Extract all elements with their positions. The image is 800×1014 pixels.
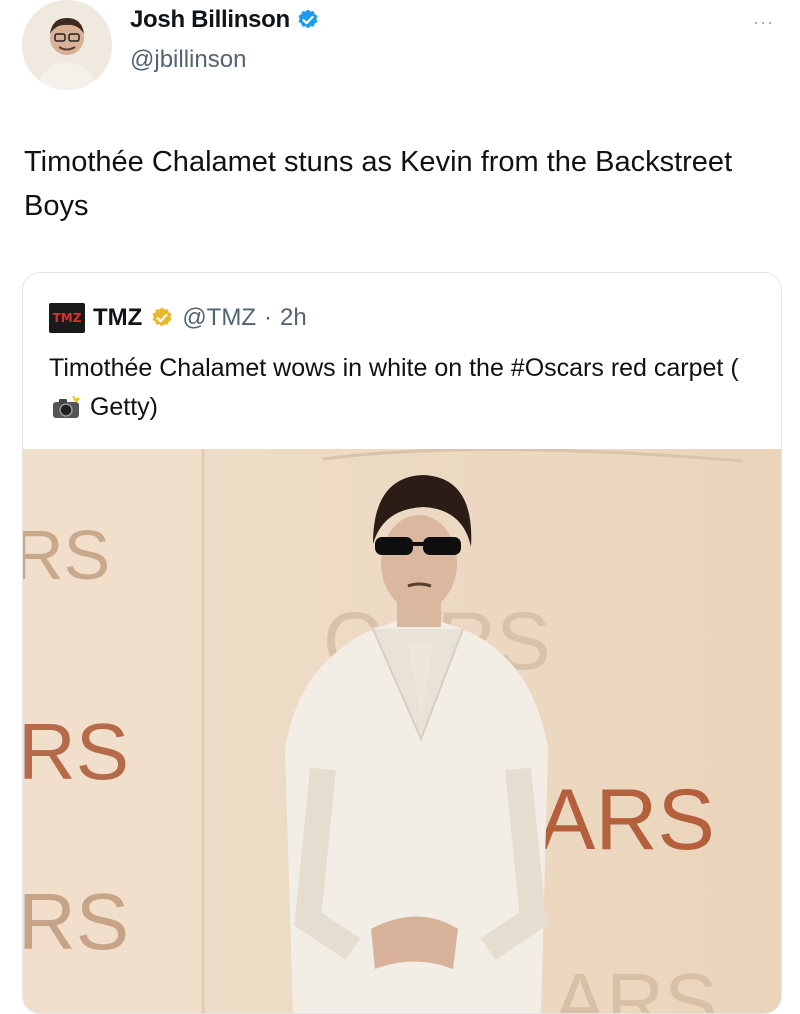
- quoted-text-start: Timothée Chalamet wows in white on the #…: [49, 354, 739, 382]
- quoted-tweet-card[interactable]: TMZ TMZ @TMZ · 2h Timothée Chalamet wows…: [22, 272, 782, 1014]
- tmz-logo-icon[interactable]: TMZ: [49, 303, 85, 333]
- quoted-author-name[interactable]: TMZ: [93, 304, 142, 332]
- quoted-tweet-text: Timothée Chalamet wows in white on the #…: [49, 349, 769, 427]
- backdrop-word: RS: [23, 516, 110, 594]
- oscars-photo[interactable]: RS CARS RS ARS RS ARS: [23, 449, 781, 1013]
- tweet-text: Timothée Chalamet stuns as Kevin from th…: [24, 146, 733, 222]
- backdrop-word: ARS: [538, 772, 715, 868]
- backdrop-word: RS: [23, 877, 129, 966]
- quoted-timestamp[interactable]: 2h: [280, 304, 307, 332]
- backdrop-word: RS: [23, 707, 129, 796]
- author-handle[interactable]: @jbillinson: [130, 46, 246, 74]
- quoted-text-end: Getty): [83, 393, 159, 421]
- meta-separator: ·: [264, 304, 272, 331]
- author-avatar[interactable]: [22, 0, 112, 90]
- quoted-tweet-header: TMZ TMZ @TMZ · 2h: [49, 303, 307, 333]
- gold-verified-badge-icon: [152, 307, 172, 327]
- more-options-icon[interactable]: ···: [753, 12, 774, 33]
- quoted-author-handle[interactable]: @TMZ: [182, 304, 256, 332]
- author-name-row[interactable]: Josh Billinson: [130, 6, 320, 34]
- backdrop-word: ARS: [553, 957, 718, 1013]
- author-name[interactable]: Josh Billinson: [130, 6, 290, 34]
- camera-flash-emoji-icon: [53, 395, 80, 418]
- verified-badge-icon: [298, 9, 318, 29]
